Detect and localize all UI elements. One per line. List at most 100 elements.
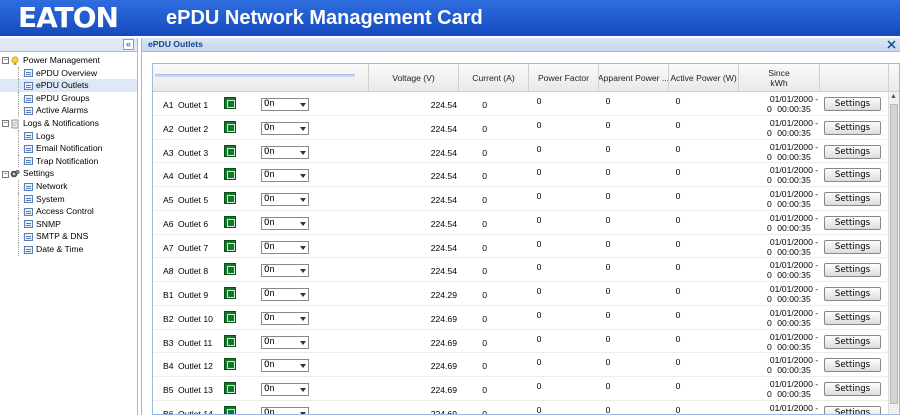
outlet-state-value: On — [264, 194, 275, 204]
collapse-node-icon[interactable]: − — [2, 57, 9, 65]
collapse-node-icon[interactable]: − — [2, 120, 9, 128]
header-current[interactable]: Current (A) — [459, 64, 529, 92]
scrollbar-thumb[interactable] — [890, 104, 898, 404]
chevron-down-icon[interactable] — [300, 269, 306, 274]
header-power-factor[interactable]: Power Factor — [529, 64, 599, 92]
chevron-down-icon[interactable] — [300, 126, 306, 131]
chevron-down-icon[interactable] — [300, 103, 306, 107]
chevron-down-icon[interactable] — [300, 388, 306, 392]
sidebar-item-access-control[interactable]: Access Control — [0, 205, 137, 218]
outlet-state-select[interactable]: On — [261, 169, 309, 183]
since-timestamp: 01/01/2000 - 00:00:35 — [769, 331, 819, 352]
sidebar-item-label: ePDU Groups — [36, 92, 90, 103]
sidebar-item-snmp[interactable]: SNMP — [0, 217, 137, 231]
sidebar-item-email-notification[interactable]: Email Notification — [0, 142, 137, 155]
header-outlet-select[interactable] — [153, 64, 369, 92]
sidebar-item-system[interactable]: System — [0, 192, 137, 206]
outlet-state-select[interactable]: On — [261, 145, 309, 159]
settings-button[interactable]: Settings — [824, 192, 881, 206]
collapse-sidebar-icon[interactable]: « — [123, 39, 134, 50]
outlet-state-select[interactable]: On — [261, 121, 309, 135]
table-row: A4 Outlet 4 On 224.54 0 0 0 0 01/01/2000 - 00:00… — [153, 163, 889, 187]
settings-button[interactable]: Settings — [824, 287, 881, 301]
outlet-state-select[interactable]: On — [261, 383, 309, 396]
since-value: 01/01/2000 - 00:00:350 — [713, 142, 821, 162]
sidebar-item-trap-notification[interactable]: Trap Notification — [0, 154, 137, 168]
outlet-state-value: On — [264, 384, 275, 394]
since-value: 01/01/2000 - 00:00:350 — [713, 165, 821, 185]
apparent-power-value: 0 — [605, 143, 611, 154]
power-factor-value: 0 — [536, 262, 542, 273]
chevron-down-icon[interactable] — [300, 340, 306, 345]
chevron-down-icon[interactable] — [300, 150, 306, 155]
table-row: B4 Outlet 12 On 224.69 0 0 0 0 01/01/2000 - 00:0… — [153, 353, 889, 377]
outlet-id: A1 — [163, 100, 174, 110]
outlet-state-select[interactable]: On — [261, 335, 309, 349]
outlet-state-select[interactable]: On — [261, 311, 309, 325]
settings-button[interactable]: Settings — [824, 382, 881, 396]
active-power-value: 0 — [675, 167, 681, 178]
header-apparent-power[interactable]: Apparent Power ... — [599, 64, 669, 92]
chevron-down-icon[interactable] — [300, 221, 306, 226]
chevron-down-icon[interactable] — [300, 245, 306, 250]
current-value: 0 — [482, 313, 487, 324]
settings-button[interactable]: Settings — [824, 215, 881, 230]
settings-button[interactable]: Settings — [824, 144, 881, 159]
current-value: 0 — [482, 171, 487, 182]
vertical-scrollbar[interactable]: ▲ — [888, 92, 899, 414]
chevron-down-icon[interactable] — [300, 316, 306, 321]
outlet-name: Outlet 11 — [178, 337, 213, 348]
settings-button[interactable]: Settings — [824, 310, 881, 325]
outlet-state-select[interactable]: On — [261, 216, 309, 230]
header-active-power[interactable]: Active Power (W) — [669, 64, 739, 92]
sidebar-item-smtp-dns[interactable]: SMTP & DNS — [0, 230, 137, 243]
tree-group-logs-notifications[interactable]: − Logs & Notifications — [0, 117, 137, 130]
since-value: 01/01/2000 - 00:00:350 — [713, 237, 821, 257]
tree-group-power-management[interactable]: − Power Management — [0, 54, 137, 67]
outlet-state-select[interactable]: On — [261, 288, 309, 301]
sidebar-item-date-time[interactable]: Date & Time — [0, 242, 137, 256]
settings-button[interactable]: Settings — [824, 97, 881, 111]
outlet-state-select[interactable]: On — [261, 193, 309, 206]
sidebar-item-epdu-outlets[interactable]: ePDU Outlets — [0, 79, 137, 92]
settings-button[interactable]: Settings — [824, 334, 881, 349]
header-since[interactable]: Since kWh — [739, 64, 820, 92]
outlet-id: A5 — [163, 195, 174, 205]
outlet-state-select[interactable]: On — [261, 240, 309, 254]
settings-button[interactable]: Settings — [824, 358, 881, 373]
outlet-name: Outlet 1 — [178, 100, 209, 110]
outlet-state-select[interactable]: On — [261, 359, 309, 373]
settings-button[interactable]: Settings — [824, 120, 881, 135]
settings-button[interactable]: Settings — [824, 405, 881, 414]
power-factor-value: 0 — [536, 333, 542, 344]
collapse-node-icon[interactable]: − — [2, 170, 9, 178]
chevron-down-icon[interactable] — [300, 364, 306, 369]
header-voltage[interactable]: Voltage (V) — [369, 64, 459, 92]
chevron-down-icon[interactable] — [300, 174, 306, 179]
outlet-name: Outlet 3 — [178, 147, 209, 158]
outlet-state-select[interactable]: On — [261, 264, 309, 278]
power-factor-value: 0 — [536, 309, 542, 320]
outlet-id: B2 — [163, 313, 174, 324]
scroll-up-icon[interactable]: ▲ — [890, 93, 897, 100]
settings-button[interactable]: Settings — [824, 239, 881, 254]
outlet-state-select[interactable]: On — [261, 406, 309, 414]
kwh-value: 0 — [767, 341, 772, 352]
sidebar-item-active-alarms[interactable]: Active Alarms — [0, 104, 137, 117]
sidebar-item-epdu-overview[interactable]: ePDU Overview — [0, 66, 137, 80]
sidebar-item-logs[interactable]: Logs — [0, 129, 137, 143]
outlet-status-icon — [224, 144, 236, 157]
settings-button[interactable]: Settings — [824, 263, 881, 278]
since-timestamp: 01/01/2000 - 00:00:35 — [769, 402, 819, 414]
table-row: A5 Outlet 5 On 224.54 0 0 0 0 01/01/2000 - 00:00… — [153, 187, 889, 211]
chevron-down-icon[interactable] — [300, 293, 306, 297]
close-icon[interactable] — [887, 40, 896, 49]
current-value: 0 — [482, 266, 487, 277]
outlet-state-select[interactable]: On — [261, 98, 309, 111]
settings-button[interactable]: Settings — [824, 168, 881, 183]
sidebar-item-network[interactable]: Network — [0, 179, 137, 193]
outlet-id: A8 — [163, 266, 174, 277]
tree-group-settings[interactable]: − Settings — [0, 167, 137, 180]
chevron-down-icon[interactable] — [300, 198, 306, 202]
sidebar-item-epdu-groups[interactable]: ePDU Groups — [0, 91, 137, 105]
